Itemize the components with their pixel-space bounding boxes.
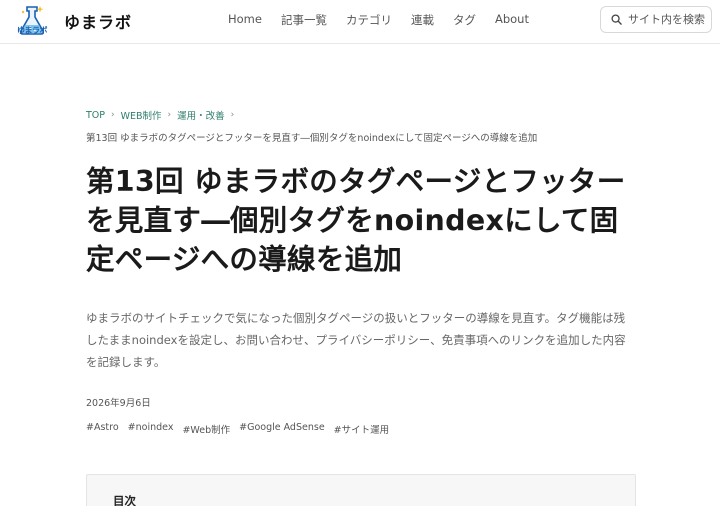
breadcrumb-top[interactable]: TOP (86, 110, 105, 121)
table-of-contents: 目次 (86, 474, 636, 506)
article-lead: ゆまラボのサイトチェックで気になった個別タグページの扱いとフッターの導線を見直す… (86, 311, 626, 369)
site-name[interactable]: ゆまラボ (64, 9, 132, 33)
breadcrumb: TOP › WEB制作 › 運用・改善 › (86, 108, 240, 123)
nav-categories[interactable]: カテゴリ (346, 12, 392, 28)
search-box[interactable] (600, 6, 712, 33)
nav-series[interactable]: 連載 (411, 12, 434, 28)
nav-articles[interactable]: 記事一覧 (281, 12, 327, 28)
tag-list: #Astro #noindex #Web制作 #Google AdSense #… (86, 422, 398, 436)
breadcrumb-web[interactable]: WEB制作 (121, 108, 162, 122)
publish-date: 2026年9月6日 (86, 398, 151, 409)
nav-home[interactable]: Home (228, 12, 262, 28)
search-input[interactable] (628, 13, 708, 26)
chevron-right-icon: › (230, 110, 235, 120)
chevron-right-icon: › (111, 110, 115, 120)
nav-tags[interactable]: タグ (453, 12, 476, 28)
nav-about[interactable]: About (495, 12, 529, 28)
chevron-right-icon: › (167, 110, 172, 120)
page-title: 第13回 ゆまラボのタグページとフッターを見直す―個別タグをnoindexにして… (86, 165, 626, 276)
logo-wordmark: ゆまラボ (17, 26, 48, 35)
tag-site-operation[interactable]: #サイト運用 (334, 422, 389, 436)
tag-noindex[interactable]: #noindex (128, 422, 174, 436)
main-nav: Home 記事一覧 カテゴリ 連載 タグ About (228, 12, 548, 28)
breadcrumb-operation[interactable]: 運用・改善 (177, 108, 225, 122)
toc-title: 目次 (113, 494, 136, 506)
tag-web[interactable]: #Web制作 (182, 422, 230, 436)
tag-adsense[interactable]: #Google AdSense (239, 422, 325, 436)
site-header: ゆまラボ ゆまラボ Home 記事一覧 カテゴリ 連載 タグ About (0, 0, 720, 44)
breadcrumb-current: 第13回 ゆまラボのタグページとフッターを見直す―個別タグをnoindexにして… (86, 133, 538, 144)
tag-astro[interactable]: #Astro (86, 422, 119, 436)
search-icon (611, 14, 622, 25)
